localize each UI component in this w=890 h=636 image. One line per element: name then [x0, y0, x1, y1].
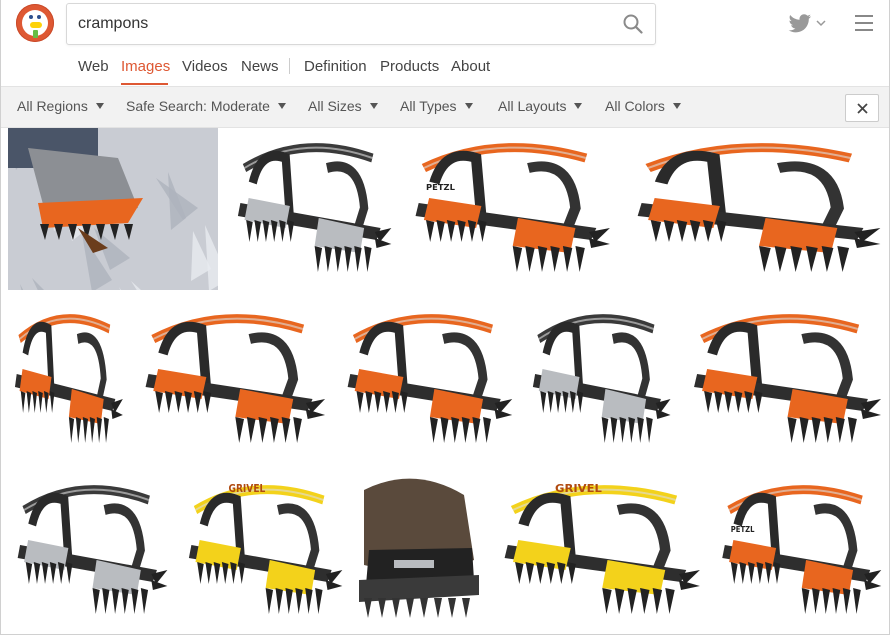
svg-text:PETZL: PETZL	[731, 524, 755, 534]
image-result-12[interactable]	[354, 470, 482, 632]
filter-bar: All Regions Safe Search: Moderate All Si…	[1, 86, 889, 128]
type-filter[interactable]: All Types	[400, 98, 473, 114]
image-result-10[interactable]	[8, 470, 169, 632]
logo-tie	[33, 30, 38, 38]
layout-filter[interactable]: All Layouts	[498, 98, 583, 114]
crampon-image	[637, 143, 881, 272]
crampon-image	[694, 314, 881, 443]
caret-down-icon	[95, 103, 104, 109]
crampon-image: PETZL	[722, 485, 882, 614]
image-result-7[interactable]	[337, 299, 514, 461]
logo-beak	[30, 22, 42, 28]
color-filter-label: All Colors	[605, 98, 665, 114]
image-result-5[interactable]	[8, 299, 124, 461]
crampon-image: GRIVEL	[504, 482, 700, 614]
close-filters-button[interactable]	[845, 94, 879, 122]
caret-down-icon	[277, 103, 286, 109]
tab-images[interactable]: Images	[121, 58, 170, 75]
hamburger-menu-icon[interactable]	[855, 15, 873, 31]
image-result-6[interactable]	[134, 299, 327, 461]
svg-text:GRIVEL: GRIVEL	[555, 482, 602, 495]
logo-eye	[29, 15, 33, 19]
caret-down-icon	[672, 103, 681, 109]
duckduckgo-logo[interactable]	[16, 4, 54, 42]
image-result-2[interactable]	[228, 128, 393, 290]
crampon-image: GRIVEL	[188, 483, 343, 614]
tab-about[interactable]: About	[451, 58, 490, 75]
crampon-image: PETZL	[415, 143, 610, 272]
logo-eye	[37, 15, 41, 19]
layout-filter-label: All Layouts	[498, 98, 567, 114]
crampon-image	[8, 128, 218, 290]
image-result-14[interactable]: PETZL	[712, 470, 883, 632]
caret-down-icon	[574, 103, 583, 109]
size-filter[interactable]: All Sizes	[308, 98, 378, 114]
size-filter-label: All Sizes	[308, 98, 362, 114]
safe-search-filter[interactable]: Safe Search: Moderate	[126, 98, 286, 114]
type-filter-label: All Types	[400, 98, 457, 114]
crampon-image	[237, 143, 392, 272]
crampon-image	[532, 314, 671, 443]
svg-text:GRIVEL: GRIVEL	[229, 483, 266, 495]
image-result-4[interactable]	[622, 128, 883, 290]
crampon-image	[14, 314, 123, 443]
close-icon	[857, 103, 868, 114]
crampon-image	[347, 314, 513, 443]
twitter-icon[interactable]	[788, 14, 812, 34]
safe-search-filter-label: Safe Search: Moderate	[126, 98, 270, 114]
image-result-13[interactable]: GRIVEL	[492, 470, 702, 632]
image-result-8[interactable]	[524, 299, 672, 461]
image-result-9[interactable]	[682, 299, 883, 461]
search-box[interactable]	[66, 3, 656, 45]
image-result-11[interactable]: GRIVEL	[179, 470, 344, 632]
region-filter[interactable]: All Regions	[17, 98, 104, 114]
crampon-image	[145, 314, 326, 443]
svg-text:PETZL: PETZL	[426, 182, 455, 192]
image-result-1[interactable]	[8, 128, 218, 290]
tab-videos[interactable]: Videos	[182, 58, 228, 75]
region-filter-label: All Regions	[17, 98, 88, 114]
image-result-3[interactable]: PETZL	[403, 128, 612, 290]
search-input[interactable]	[78, 4, 608, 44]
tab-definition[interactable]: Definition	[304, 58, 367, 75]
active-tab-underline	[121, 83, 168, 85]
search-icon[interactable]	[623, 14, 643, 34]
nav-divider	[289, 58, 290, 74]
crampon-image	[17, 485, 168, 614]
tab-web[interactable]: Web	[78, 58, 109, 75]
caret-down-icon	[369, 103, 378, 109]
page-frame: Web Images Videos News Definition Produc…	[0, 0, 890, 635]
tab-products[interactable]: Products	[380, 58, 439, 75]
header: Web Images Videos News Definition Produc…	[1, 0, 889, 86]
color-filter[interactable]: All Colors	[605, 98, 681, 114]
tab-news[interactable]: News	[241, 58, 279, 75]
caret-down-icon	[464, 103, 473, 109]
crampon-image	[354, 470, 482, 632]
chevron-down-icon[interactable]	[816, 19, 826, 27]
